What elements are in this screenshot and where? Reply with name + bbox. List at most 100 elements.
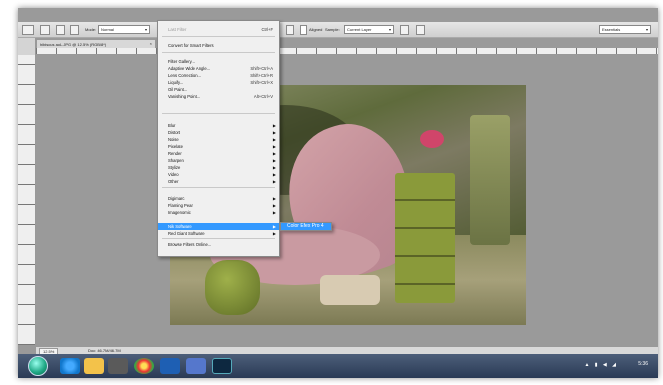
mode-select[interactable]: Normal ▾ — [98, 25, 150, 34]
menu-item-nik-software[interactable]: Nik Software ▶ — [158, 223, 279, 230]
menu-item-shortcut: Shift+Ctrl+R — [250, 73, 273, 78]
vertical-ruler[interactable] — [18, 55, 36, 345]
menu-item-video[interactable]: Video ▶ — [158, 171, 279, 178]
menu-item-vanishing-point[interactable]: Vanishing Point... Alt+Ctrl+V — [158, 93, 279, 100]
menu-item-stylize[interactable]: Stylize ▶ — [158, 164, 279, 171]
word-icon[interactable] — [160, 358, 180, 374]
horizontal-ruler[interactable] — [36, 48, 658, 55]
menu-separator — [162, 187, 275, 188]
status-bar: 12.5% Doc: 46.7M/46.7M — [36, 346, 658, 355]
chevron-down-icon: ▾ — [388, 27, 391, 32]
toggle-panel-icon[interactable] — [56, 25, 65, 35]
photo-head-flowers — [420, 130, 444, 148]
menu-item-label: Sharpen — [168, 158, 184, 163]
system-tray-icons[interactable]: ▲ ▮ ◀ ◢ — [584, 362, 618, 368]
menu-item-label: Imagenomic — [168, 210, 191, 215]
options-bar: Mode: Normal ▾ Aligned Sample: Current L… — [18, 22, 658, 38]
media-player-icon[interactable] — [108, 358, 128, 374]
menu-item-convert-for-smart-filters[interactable]: Convert for Smart Filters — [158, 42, 279, 49]
menu-item-shortcut: Shift+Ctrl+A — [250, 66, 273, 71]
filter-menu: Last Filter Ctrl+F Convert for Smart Filte… — [157, 20, 280, 257]
app-window-icon[interactable] — [186, 358, 206, 374]
menu-item-label: Browse Filters Online... — [168, 242, 212, 247]
menu-item-label: Blur — [168, 123, 176, 128]
start-button[interactable] — [28, 356, 48, 376]
menu-item-shortcut: Ctrl+F — [261, 27, 273, 32]
menu-item-label: Noise — [168, 137, 179, 142]
chrome-icon[interactable] — [134, 358, 154, 374]
chevron-down-icon: ▾ — [144, 27, 147, 32]
menu-item-label: Last Filter — [168, 27, 187, 32]
menu-item-label: Render — [168, 151, 182, 156]
submenu-arrow-icon: ▶ — [272, 172, 276, 177]
windows-taskbar: ▲ ▮ ◀ ◢ 5:36 — [18, 354, 658, 378]
menu-item-shortcut: Alt+Ctrl+V — [253, 94, 273, 99]
file-explorer-icon[interactable] — [84, 358, 104, 374]
menu-item-blur[interactable]: Blur ▶ — [158, 122, 279, 129]
workspace-select[interactable]: Essentials ▾ — [599, 25, 651, 34]
menu-item-label: Convert for Smart Filters — [168, 43, 214, 48]
menu-item-label: Other — [168, 179, 179, 184]
aligned-checkbox[interactable] — [300, 25, 307, 35]
submenu-arrow-icon: ▶ — [272, 144, 276, 149]
clock[interactable]: 5:36 — [638, 361, 648, 367]
submenu-arrow-icon: ▶ — [272, 224, 276, 229]
menu-item-color-efex-pro-4[interactable]: Color Efex Pro 4 — [281, 223, 331, 230]
photo-white-stone — [320, 275, 380, 305]
menu-item-noise[interactable]: Noise ▶ — [158, 136, 279, 143]
photo-foreground-rock — [205, 260, 260, 315]
menu-item-imagenomic[interactable]: Imagenomic ▶ — [158, 209, 279, 216]
menu-item-lens-correction[interactable]: Lens Correction... Shift+Ctrl+R — [158, 72, 279, 79]
photoshop-window: Mode: Normal ▾ Aligned Sample: Current L… — [18, 8, 658, 378]
brush-size-icon[interactable] — [40, 25, 50, 35]
brush-tool-preset-icon[interactable] — [22, 25, 34, 35]
submenu-arrow-icon: ▶ — [272, 151, 276, 156]
menu-separator — [162, 238, 275, 239]
tools-panel-header — [18, 38, 36, 55]
document-tab[interactable]: hibiscus aoL.JPG @ 12.5% (RGB/8*) × — [36, 39, 156, 48]
menu-item-render[interactable]: Render ▶ — [158, 150, 279, 157]
internet-explorer-icon[interactable] — [60, 358, 80, 374]
submenu-arrow-icon: ▶ — [272, 137, 276, 142]
menu-item-label: Distort — [168, 130, 181, 135]
menu-item-shortcut: Shift+Ctrl+X — [250, 80, 273, 85]
pressure-size-icon[interactable] — [416, 25, 425, 35]
menu-item-oil-paint[interactable]: Oil Paint... — [158, 86, 279, 93]
sample-select[interactable]: Current Layer ▾ — [344, 25, 394, 34]
menu-item-digimarc[interactable]: Digimarc ▶ — [158, 195, 279, 202]
menu-item-distort[interactable]: Distort ▶ — [158, 129, 279, 136]
pressure-opacity-icon[interactable] — [286, 25, 294, 35]
submenu-arrow-icon: ▶ — [272, 203, 276, 208]
menu-item-browse-filters-online[interactable]: Browse Filters Online... — [158, 241, 279, 248]
document-size-info[interactable]: Doc: 46.7M/46.7M — [88, 348, 121, 353]
clone-source-icon[interactable] — [70, 25, 79, 35]
aligned-label: Aligned — [309, 27, 323, 32]
menu-item-label: Nik Software — [168, 224, 192, 229]
ignore-adjustment-layers-icon[interactable] — [400, 25, 409, 35]
menu-item-sharpen[interactable]: Sharpen ▶ — [158, 157, 279, 164]
menu-item-pixelate[interactable]: Pixelate ▶ — [158, 143, 279, 150]
menu-item-label: Oil Paint... — [168, 87, 188, 92]
close-icon[interactable]: × — [150, 41, 152, 46]
menu-item-flaming-pear[interactable]: Flaming Pear ▶ — [158, 202, 279, 209]
submenu-arrow-icon: ▶ — [272, 123, 276, 128]
photoshop-icon[interactable] — [212, 358, 232, 374]
sample-select-value: Current Layer — [347, 27, 372, 32]
menu-item-other[interactable]: Other ▶ — [158, 178, 279, 185]
document-tab-title: hibiscus aoL.JPG @ 12.5% (RGB/8*) — [40, 42, 107, 47]
mode-select-value: Normal — [101, 27, 114, 32]
menu-item-label: Stylize — [168, 165, 181, 170]
menu-item-liquify[interactable]: Liquify... Shift+Ctrl+X — [158, 79, 279, 86]
photo-right-pillar — [470, 115, 510, 245]
menu-item-label: Video — [168, 172, 179, 177]
menu-item-label: Red Giant Software — [168, 231, 205, 236]
menu-item-label: Liquify... — [168, 80, 184, 85]
menu-item-filter-gallery[interactable]: Filter Gallery... — [158, 58, 279, 65]
menu-item-adaptive-wide-angle[interactable]: Adaptive Wide Angle... Shift+Ctrl+A — [158, 65, 279, 72]
submenu-arrow-icon: ▶ — [272, 210, 276, 215]
workspace-select-value: Essentials — [602, 27, 621, 32]
menu-separator — [162, 52, 275, 53]
menu-item-last-filter[interactable]: Last Filter Ctrl+F — [158, 26, 279, 33]
menu-item-red-giant-software[interactable]: Red Giant Software ▶ — [158, 230, 279, 237]
nik-software-submenu: Color Efex Pro 4 — [280, 222, 332, 231]
